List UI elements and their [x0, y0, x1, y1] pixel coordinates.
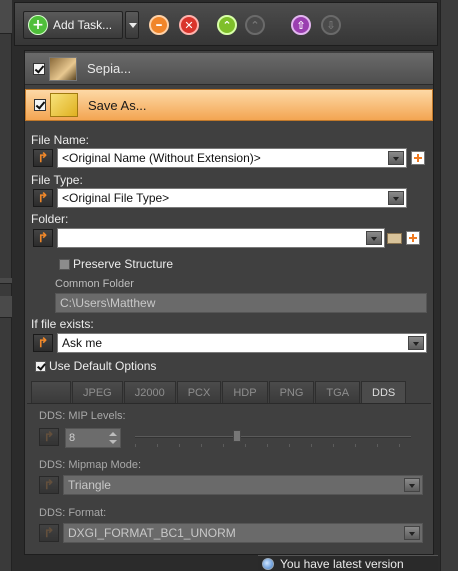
- left-strip-segment: [0, 0, 12, 34]
- slider-ticks: [135, 444, 411, 448]
- dds-mipmap-mode-select[interactable]: Triangle: [63, 475, 423, 495]
- task-save-as-header[interactable]: Save As...: [25, 89, 433, 121]
- tab-tga[interactable]: TGA: [315, 381, 361, 403]
- move-top-icon: ⇧: [291, 15, 311, 35]
- file-name-value: <Original Name (Without Extension)>: [62, 151, 261, 165]
- dds-format-macro-button[interactable]: ↱: [39, 524, 59, 542]
- curved-arrow-icon: ↱: [37, 335, 49, 350]
- task-panel: Sepia... Save As... File Name: ↱ <Origin…: [24, 50, 434, 555]
- tab-hdp[interactable]: HDP: [222, 381, 268, 403]
- curved-arrow-icon: ↱: [43, 429, 55, 444]
- if-file-exists-dropdown-arrow[interactable]: [408, 336, 424, 350]
- left-strip-segment: [0, 278, 12, 284]
- clear-tasks-button[interactable]: ✕: [175, 11, 203, 39]
- toolbar: + Add Task... – ✕ ⌃ ⌃ ⇧ ⇩: [14, 2, 438, 46]
- task-sepia-checkbox[interactable]: [33, 62, 45, 75]
- stepper-down-icon[interactable]: [109, 440, 117, 444]
- dds-format-value: DXGI_FORMAT_BC1_UNORM: [68, 526, 236, 540]
- preserve-structure-checkbox[interactable]: [59, 259, 70, 270]
- file-name-label: File Name:: [31, 133, 90, 147]
- dds-options: DDS: MIP Levels: ↱ 8 DDS: Mipmap Mode: ↱…: [27, 403, 431, 553]
- folder-label: Folder:: [31, 212, 69, 226]
- common-folder-field[interactable]: C:\Users\Matthew: [55, 293, 427, 313]
- if-file-exists-select[interactable]: Ask me: [57, 333, 427, 353]
- task-sepia-header[interactable]: Sepia...: [25, 53, 433, 85]
- curved-arrow-icon: ↱: [43, 477, 55, 492]
- file-name-dropdown-arrow[interactable]: [388, 151, 404, 165]
- file-type-label: File Type:: [31, 173, 83, 187]
- dds-format-label: DDS: Format:: [39, 507, 107, 519]
- file-type-dropdown-arrow[interactable]: [388, 191, 404, 205]
- status-bar: You have latest version: [258, 555, 438, 571]
- left-strip-segment: [0, 296, 12, 318]
- use-default-options-checkbox[interactable]: [35, 361, 46, 372]
- preserve-structure-label: Preserve Structure: [73, 257, 174, 271]
- tab-blank[interactable]: [31, 381, 71, 403]
- move-up-button[interactable]: ⌃: [213, 11, 241, 39]
- file-type-select[interactable]: <Original File Type>: [57, 188, 407, 208]
- dds-format-dropdown-arrow[interactable]: [404, 526, 420, 540]
- curved-arrow-icon: ↱: [43, 525, 55, 540]
- left-edge-strip: [0, 0, 12, 571]
- sepia-icon: [49, 56, 77, 81]
- dds-format-select[interactable]: DXGI_FORMAT_BC1_UNORM: [63, 523, 423, 543]
- if-file-exists-label: If file exists:: [31, 317, 94, 331]
- task-sepia-title: Sepia...: [87, 61, 132, 76]
- move-up-icon: ⌃: [217, 15, 237, 35]
- if-exists-macro-button[interactable]: ↱: [33, 334, 53, 352]
- plus-circle-icon: +: [28, 15, 48, 35]
- move-top-button[interactable]: ⇧: [287, 11, 315, 39]
- tab-pcx[interactable]: PCX: [176, 381, 222, 403]
- file-name-add-icon[interactable]: [411, 151, 425, 165]
- curved-arrow-icon: ↱: [37, 150, 49, 165]
- delete-circle-icon: ✕: [179, 15, 199, 35]
- move-bottom-icon: ⇩: [321, 15, 341, 35]
- remove-task-button[interactable]: –: [145, 11, 173, 39]
- globe-icon: [262, 557, 274, 570]
- save-as-icon: [50, 93, 78, 117]
- file-type-macro-button[interactable]: ↱: [33, 189, 53, 207]
- minus-circle-icon: –: [149, 15, 169, 35]
- move-down-icon: ⌃: [245, 15, 265, 35]
- folder-field[interactable]: [57, 228, 385, 248]
- move-down-button[interactable]: ⌃: [241, 11, 269, 39]
- status-message: You have latest version: [280, 556, 404, 571]
- if-file-exists-value: Ask me: [62, 336, 103, 350]
- slider-thumb[interactable]: [233, 430, 241, 442]
- tab-dds[interactable]: DDS: [361, 381, 407, 403]
- right-edge-strip: [440, 0, 458, 571]
- dds-mip-levels-label: DDS: MIP Levels:: [39, 410, 126, 422]
- dds-mipmap-macro-button[interactable]: ↱: [39, 476, 59, 494]
- tab-jpeg[interactable]: JPEG: [72, 381, 123, 403]
- dds-mipmap-mode-value: Triangle: [68, 478, 111, 492]
- add-task-button[interactable]: + Add Task...: [23, 11, 123, 39]
- folder-macro-button[interactable]: ↱: [33, 229, 53, 247]
- dds-mipmap-mode-label: DDS: Mipmap Mode:: [39, 459, 142, 471]
- task-save-as-checkbox[interactable]: [34, 99, 46, 111]
- browse-folder-icon[interactable]: [387, 233, 402, 244]
- dds-mip-levels-stepper[interactable]: 8: [65, 428, 121, 448]
- file-type-value: <Original File Type>: [62, 191, 170, 205]
- add-task-label: Add Task...: [53, 18, 113, 32]
- common-folder-value: C:\Users\Matthew: [60, 296, 156, 310]
- move-bottom-button[interactable]: ⇩: [317, 11, 345, 39]
- use-default-options-label: Use Default Options: [49, 359, 157, 373]
- tab-j2000[interactable]: J2000: [123, 381, 176, 403]
- task-save-as-title: Save As...: [88, 97, 147, 113]
- dds-mipmap-dropdown-arrow[interactable]: [404, 478, 420, 492]
- folder-dropdown-arrow[interactable]: [366, 231, 382, 245]
- common-folder-label: Common Folder: [55, 278, 134, 290]
- dds-mip-levels-slider[interactable]: [135, 430, 411, 442]
- folder-add-icon[interactable]: [406, 231, 420, 245]
- dds-mip-levels-value: 8: [69, 432, 76, 444]
- tab-png[interactable]: PNG: [268, 381, 315, 403]
- stepper-up-icon[interactable]: [109, 432, 117, 436]
- file-name-field[interactable]: <Original Name (Without Extension)>: [57, 148, 407, 168]
- curved-arrow-icon: ↱: [37, 190, 49, 205]
- curved-arrow-icon: ↱: [37, 230, 49, 245]
- file-name-macro-button[interactable]: ↱: [33, 149, 53, 167]
- add-task-dropdown[interactable]: [125, 11, 139, 39]
- format-tabs: JPEG J2000 PCX HDP PNG TGA DDS: [31, 381, 429, 403]
- dds-mip-macro-button[interactable]: ↱: [39, 428, 59, 446]
